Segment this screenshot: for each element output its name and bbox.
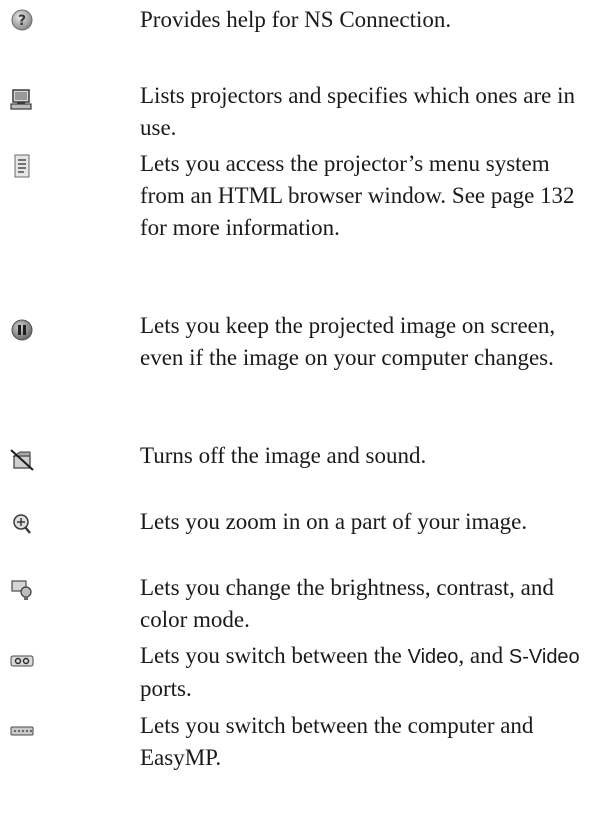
video-source-description: Lets you switch between the Video, and S… <box>140 640 580 705</box>
image-adjust-icon <box>11 580 32 600</box>
zoom-description: Lets you zoom in on a part of your image… <box>140 509 528 534</box>
s-video-port-label: S-Video <box>508 646 580 668</box>
computer-source-icon <box>10 726 34 736</box>
web-menu-icon <box>14 154 30 178</box>
projector-list-icon <box>10 89 32 110</box>
video-source-text-before: Lets you switch between the <box>140 643 408 668</box>
svg-text:?: ? <box>18 13 26 29</box>
image-adjust-description: Lets you change the brightness, contrast… <box>140 575 554 632</box>
computer-source-description: Lets you switch between the computer and… <box>140 713 534 770</box>
projector-list-description: Lists projectors and specifies which one… <box>140 83 575 140</box>
pause-icon <box>11 319 33 341</box>
video-port-label: Video <box>407 646 459 668</box>
video-source-icon <box>10 655 34 667</box>
video-source-text-after: ports. <box>140 676 192 701</box>
zoom-icon <box>13 514 31 534</box>
help-icon: ? <box>11 9 33 31</box>
help-description: Provides help for NS Connection. <box>140 7 452 32</box>
pause-description: Lets you keep the projected image on scr… <box>140 313 556 370</box>
av-mute-icon <box>10 449 34 471</box>
web-menu-description: Lets you access the projector’s menu sys… <box>140 151 575 240</box>
video-source-text-mid: , and <box>458 643 509 668</box>
av-mute-description: Turns off the image and sound. <box>140 443 427 468</box>
